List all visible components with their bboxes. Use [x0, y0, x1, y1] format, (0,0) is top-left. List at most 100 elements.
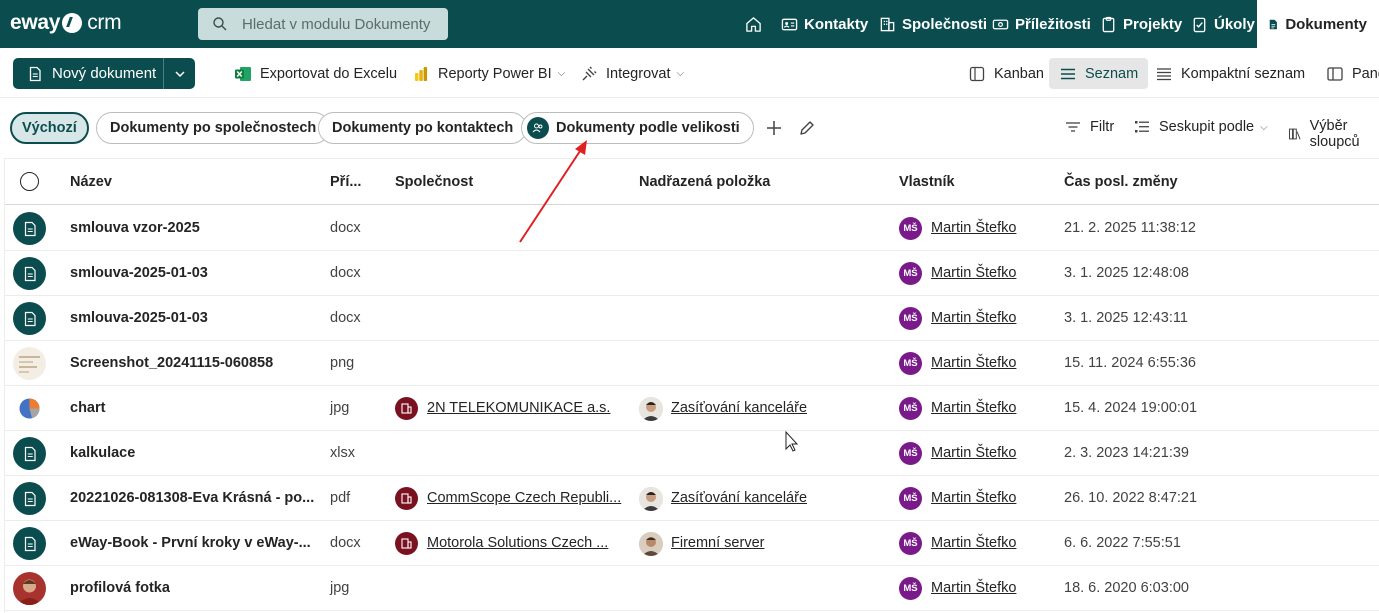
column-header-owner[interactable]: Vlastník — [899, 174, 955, 190]
parent-link[interactable]: Zasíťování kanceláře — [671, 400, 807, 416]
owner-link[interactable]: Martin Štefko — [931, 355, 1016, 371]
table-row[interactable]: smlouva vzor-2025 docx MŠ Martin Štefko … — [5, 206, 1379, 251]
owner-link[interactable]: Martin Štefko — [931, 445, 1016, 461]
column-header-modified[interactable]: Čas posl. změny — [1064, 174, 1178, 190]
avatar — [639, 487, 663, 511]
search-box[interactable]: Hledat v modulu Dokumenty — [198, 8, 448, 40]
modified-time: 26. 10. 2022 8:47:21 — [1064, 490, 1198, 506]
column-picker-button[interactable]: Výběr sloupců — [1288, 118, 1379, 150]
table-row[interactable]: 20221026-081308-Eva Krásná - po... pdf C… — [5, 476, 1379, 521]
table-row[interactable]: eWay-Book - První kroky v eWay-... docx … — [5, 521, 1379, 566]
nav-ukoly[interactable]: Úkoly — [1191, 0, 1255, 48]
avatar: MŠ — [899, 352, 922, 375]
columns-icon — [1289, 128, 1301, 140]
modified-time: 21. 2. 2025 11:38:12 — [1064, 220, 1196, 236]
nav-projekty[interactable]: Projekty — [1100, 0, 1182, 48]
table-row[interactable]: Screenshot_20241115-060858 png MŠ Martin… — [5, 341, 1379, 386]
new-document-dropdown[interactable] — [164, 58, 195, 89]
document-name[interactable]: smlouva-2025-01-03 — [70, 310, 208, 326]
document-icon — [13, 212, 46, 245]
document-name[interactable]: profilová fotka — [70, 580, 170, 596]
document-extension: docx — [330, 265, 361, 281]
money-icon — [992, 19, 1009, 29]
nav-kontakty[interactable]: Kontakty — [781, 0, 868, 48]
group-by-button[interactable]: Seskupit podle ⌵ — [1133, 118, 1268, 136]
view-chip-by-company[interactable]: Dokumenty po společnostech — [96, 112, 331, 144]
new-document-button[interactable]: Nový dokument — [13, 58, 164, 89]
list-view-button[interactable]: Seznam — [1049, 58, 1149, 89]
screenshot-thumbnail — [13, 347, 46, 380]
document-extension: png — [330, 355, 355, 371]
export-excel-button[interactable]: Exportovat do Excelu — [234, 58, 397, 89]
owner-link[interactable]: Martin Štefko — [931, 310, 1016, 326]
modified-time: 6. 6. 2022 7:55:51 — [1064, 535, 1181, 551]
column-header-parent[interactable]: Nadřazená položka — [639, 174, 770, 190]
document-name[interactable]: 20221026-081308-Eva Krásná - po... — [70, 490, 314, 506]
company-icon — [395, 487, 418, 510]
modified-time: 3. 1. 2025 12:43:11 — [1064, 310, 1188, 326]
search-input[interactable]: Hledat v modulu Dokumenty — [242, 16, 430, 33]
company-link[interactable]: CommScope Czech Republi... — [427, 490, 621, 506]
owner-link[interactable]: Martin Štefko — [931, 220, 1016, 236]
document-name[interactable]: smlouva-2025-01-03 — [70, 265, 208, 281]
parent-link[interactable]: Zasíťování kanceláře — [671, 490, 807, 506]
nav-prilezitosti[interactable]: Příležitosti — [992, 0, 1091, 48]
document-name[interactable]: Screenshot_20241115-060858 — [70, 355, 273, 371]
document-icon — [13, 437, 46, 470]
grid-header: Název Pří... Společnost Nadřazená položk… — [5, 159, 1379, 205]
document-icon — [13, 482, 46, 515]
table-row[interactable]: smlouva-2025-01-03 docx MŠ Martin Štefko… — [5, 296, 1379, 341]
logo-mark-icon — [62, 13, 83, 33]
column-header-extension[interactable]: Pří... — [330, 174, 361, 190]
column-header-company[interactable]: Společnost — [395, 174, 473, 190]
compact-list-view-button[interactable]: Kompaktní seznam — [1155, 58, 1305, 89]
filter-button[interactable]: Filtr — [1064, 118, 1114, 136]
parent-link[interactable]: Firemní server — [671, 535, 764, 551]
document-name[interactable]: chart — [70, 400, 105, 416]
nav-dokumenty[interactable]: Dokumenty — [1257, 0, 1379, 48]
table-row[interactable]: chart jpg 2N TELEKOMUNIKACE a.s. Zasíťov… — [5, 386, 1379, 431]
view-chip-by-contact[interactable]: Dokumenty po kontaktech — [318, 112, 528, 144]
add-view-icon[interactable] — [764, 118, 784, 138]
powerbi-reports-button[interactable]: Reporty Power BI ⌵ — [412, 58, 565, 89]
group-icon — [1135, 121, 1149, 133]
column-header-name[interactable]: Název — [70, 174, 112, 190]
app-logo[interactable]: eway crm — [10, 11, 122, 35]
document-name[interactable]: kalkulace — [70, 445, 135, 461]
owner-link[interactable]: Martin Štefko — [931, 265, 1016, 281]
company-link[interactable]: 2N TELEKOMUNIKACE a.s. — [427, 400, 610, 416]
table-row[interactable]: smlouva-2025-01-03 docx MŠ Martin Štefko… — [5, 251, 1379, 296]
document-extension: xlsx — [330, 445, 355, 461]
owner-link[interactable]: Martin Štefko — [931, 400, 1016, 416]
company-link[interactable]: Motorola Solutions Czech ... — [427, 535, 608, 551]
nav-home[interactable] — [745, 0, 768, 48]
document-name[interactable]: eWay-Book - První kroky v eWay-... — [70, 535, 311, 551]
view-chip-default[interactable]: Výchozí — [10, 112, 89, 144]
document-icon — [13, 302, 46, 335]
chevron-down-icon — [174, 70, 185, 77]
document-name[interactable]: smlouva vzor-2025 — [70, 220, 200, 236]
shared-view-icon — [527, 117, 549, 139]
plug-icon — [582, 66, 597, 80]
edit-view-icon[interactable] — [797, 118, 817, 138]
documents-grid: Název Pří... Společnost Nadřazená položk… — [4, 158, 1379, 613]
list-icon — [1061, 68, 1075, 79]
document-extension: jpg — [330, 400, 350, 416]
nav-spolecnosti[interactable]: Společnosti — [879, 0, 987, 48]
panel-icon — [1327, 66, 1343, 81]
table-row[interactable]: kalkulace xlsx MŠ Martin Štefko 2. 3. 20… — [5, 431, 1379, 476]
select-all-checkbox[interactable] — [20, 172, 39, 191]
table-row[interactable]: profilová fotka jpg MŠ Martin Štefko 18.… — [5, 566, 1379, 611]
panel-view-button[interactable]: Panel — [1326, 58, 1379, 89]
saved-views-bar: Výchozí Dokumenty po společnostech Dokum… — [0, 98, 1379, 158]
clipboard-icon — [1102, 16, 1115, 32]
modified-time: 2. 3. 2023 14:21:39 — [1064, 445, 1189, 461]
home-icon — [746, 16, 761, 32]
view-chip-by-size[interactable]: Dokumenty podle velikosti — [521, 112, 754, 144]
kanban-view-button[interactable]: Kanban — [968, 58, 1044, 89]
owner-link[interactable]: Martin Štefko — [931, 535, 1016, 551]
integrate-button[interactable]: Integrovat ⌵ — [580, 58, 684, 89]
owner-link[interactable]: Martin Štefko — [931, 490, 1016, 506]
excel-icon — [235, 66, 251, 81]
owner-link[interactable]: Martin Štefko — [931, 580, 1016, 596]
